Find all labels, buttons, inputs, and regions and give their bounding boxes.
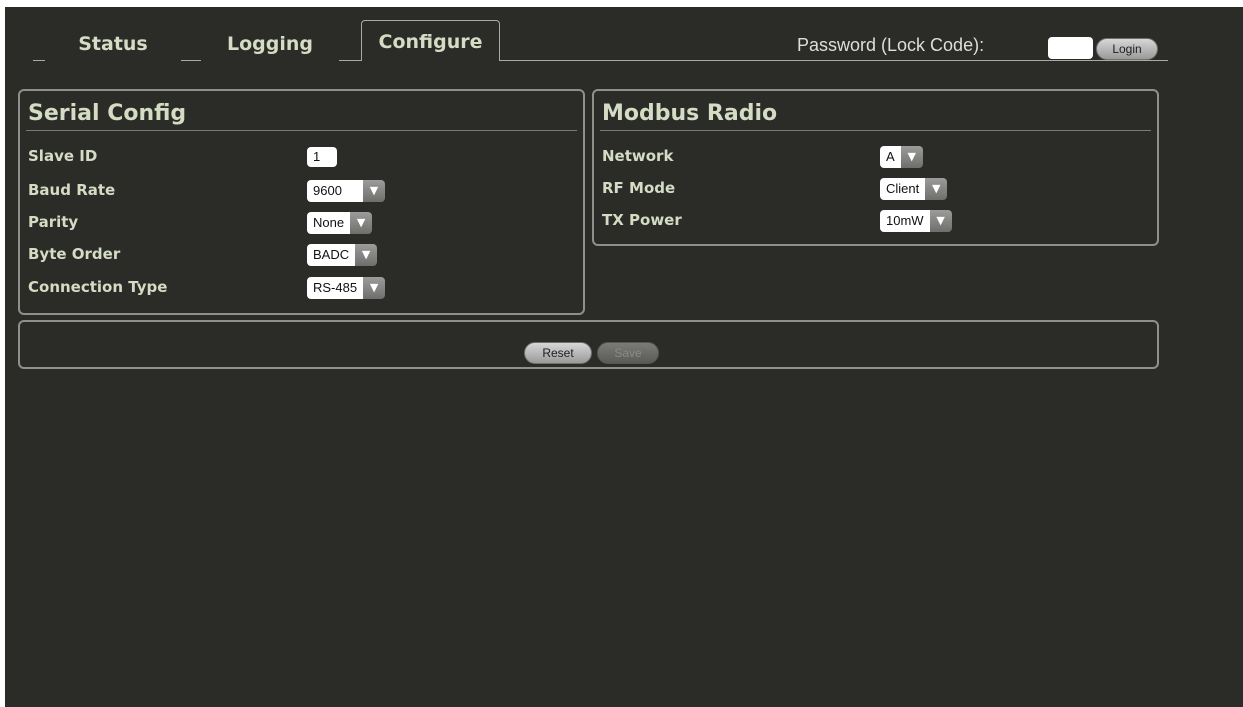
tab-bar-line [500, 60, 1168, 61]
panel-title: Modbus Radio [602, 101, 778, 126]
rf-mode-select[interactable]: Client ▼ [880, 178, 948, 200]
chevron-down-icon: ▼ [900, 146, 923, 168]
tx-power-label: TX Power [602, 211, 682, 229]
tab-underline [339, 60, 361, 61]
network-select[interactable]: A ▼ [880, 146, 923, 168]
chevron-down-icon: ▼ [925, 178, 948, 200]
slave-id-label: Slave ID [28, 147, 98, 165]
serial-config-panel: Serial Config Slave ID 1 Baud Rate 9600 … [18, 89, 585, 315]
byte-order-select[interactable]: BADC ▼ [307, 244, 378, 266]
save-button[interactable]: Save [597, 342, 659, 364]
baud-rate-select[interactable]: 9600 ▼ [307, 180, 385, 202]
tab-status[interactable]: Status [45, 27, 181, 61]
tab-configure[interactable]: Configure [361, 20, 500, 61]
rf-mode-label: RF Mode [602, 179, 676, 197]
chevron-down-icon: ▼ [929, 210, 952, 232]
panel-title: Serial Config [28, 101, 187, 126]
slave-id-field[interactable]: 1 [307, 147, 337, 167]
select-value: RS-485 [307, 277, 364, 299]
select-value: 9600 [307, 180, 363, 202]
connection-type-label: Connection Type [28, 278, 168, 296]
parity-select[interactable]: None ▼ [307, 212, 373, 234]
select-value: None [307, 212, 351, 234]
tab-underline [181, 60, 201, 61]
chevron-down-icon: ▼ [363, 180, 385, 202]
modbus-radio-panel: Modbus Radio Network A ▼ RF Mode Client … [592, 89, 1159, 246]
reset-button[interactable]: Reset [524, 342, 592, 364]
login-button[interactable]: Login [1096, 38, 1158, 60]
select-value: A [880, 146, 901, 168]
select-value: Client [880, 178, 926, 200]
parity-label: Parity [28, 213, 79, 231]
select-value: 10mW [880, 210, 930, 232]
password-input[interactable] [1048, 37, 1093, 59]
network-label: Network [602, 147, 674, 165]
byte-order-label: Byte Order [28, 245, 121, 263]
divider [26, 130, 577, 131]
connection-type-select[interactable]: RS-485 ▼ [307, 277, 386, 299]
password-label: Password (Lock Code): [797, 35, 985, 55]
chevron-down-icon: ▼ [350, 212, 373, 234]
chevron-down-icon: ▼ [363, 277, 386, 299]
actions-panel: Reset Save [18, 320, 1159, 369]
tab-logging[interactable]: Logging [201, 27, 339, 61]
tab-underline [33, 60, 45, 61]
tx-power-select[interactable]: 10mW ▼ [880, 210, 952, 232]
select-value: BADC [307, 244, 356, 266]
baud-rate-label: Baud Rate [28, 181, 116, 199]
chevron-down-icon: ▼ [355, 244, 378, 266]
app-screen: Status Logging Configure Password (Lock … [5, 7, 1243, 707]
divider [600, 130, 1151, 131]
